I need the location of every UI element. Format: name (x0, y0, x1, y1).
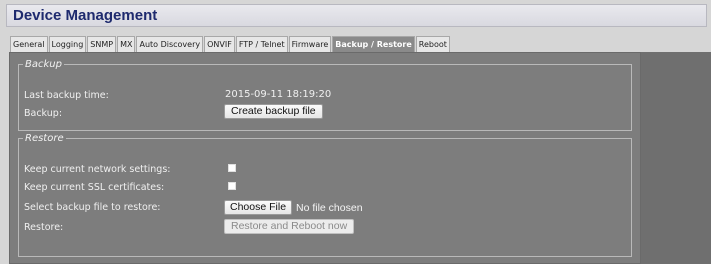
restore-reboot-button[interactable]: Restore and Reboot now (224, 219, 355, 234)
right-background (641, 52, 711, 264)
last-backup-value: 2015-09-11 18:19:20 (225, 89, 332, 100)
backup-legend: Backup (25, 59, 62, 70)
page-title: Device Management (13, 7, 158, 24)
tab-auto-discovery[interactable]: Auto Discovery (136, 36, 204, 52)
content-panel: Backup Last backup time: 2015-09-11 18:1… (9, 52, 641, 264)
tab-logging[interactable]: Logging (48, 36, 87, 52)
tab-reboot[interactable]: Reboot (415, 36, 450, 52)
last-backup-label: Last backup time: (24, 90, 109, 101)
keep-network-label: Keep current network settings: (24, 164, 171, 175)
tab-snmp[interactable]: SNMP (87, 36, 117, 52)
choose-file-button[interactable]: Choose File (224, 200, 293, 215)
tab-bar: General Logging SNMP MX Auto Discovery O… (10, 36, 450, 52)
select-file-label: Select backup file to restore: (24, 202, 161, 213)
page-header: Device Management (6, 4, 707, 27)
tab-firmware[interactable]: Firmware (288, 36, 332, 52)
no-file-text: No file chosen (296, 202, 363, 214)
tab-general[interactable]: General (10, 36, 48, 52)
tab-onvif[interactable]: ONVIF (204, 36, 235, 52)
restore-label: Restore: (24, 222, 64, 233)
restore-fieldset: Restore (18, 133, 632, 257)
keep-ssl-label: Keep current SSL certificates: (24, 182, 165, 193)
tab-mx[interactable]: MX (117, 36, 136, 52)
tab-ftp-telnet[interactable]: FTP / Telnet (235, 36, 288, 52)
tab-backup-restore[interactable]: Backup / Restore (332, 36, 415, 52)
restore-legend: Restore (25, 133, 64, 144)
keep-ssl-checkbox[interactable] (228, 182, 236, 190)
keep-network-checkbox[interactable] (228, 164, 236, 172)
create-backup-button[interactable]: Create backup file (224, 104, 323, 119)
backup-label: Backup: (24, 108, 63, 119)
